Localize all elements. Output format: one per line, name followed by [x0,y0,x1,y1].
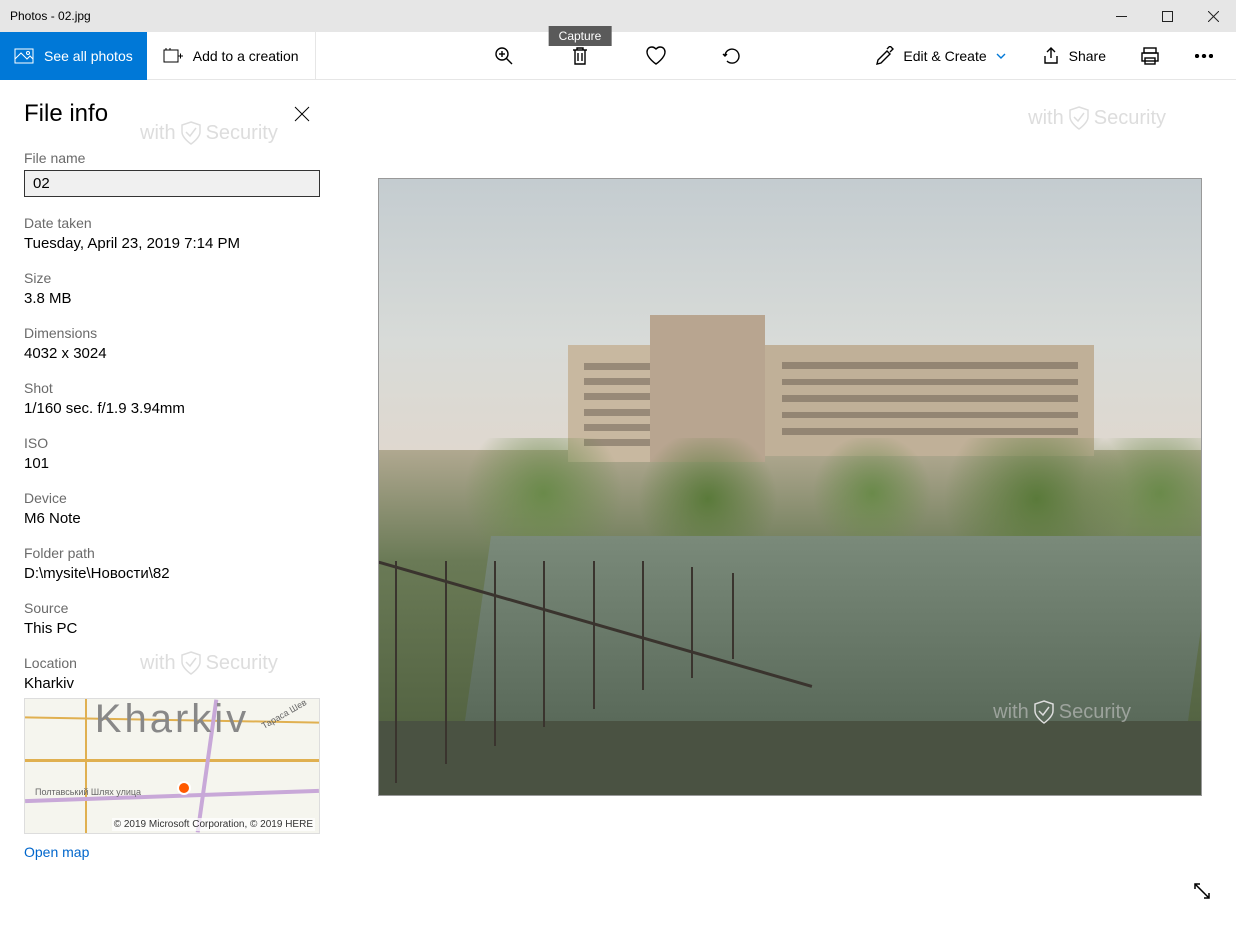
delete-button[interactable]: Capture [560,32,600,80]
trash-icon [571,46,589,66]
map-road-label: Тараса Шев [260,698,308,731]
folder-field: Folder path D:\mysite\Новости\82 [24,545,320,582]
source-value: This PC [24,620,320,637]
size-field: Size 3.8 MB [24,270,320,307]
map-pin-icon [177,781,191,795]
photo-image[interactable]: with Security [378,178,1202,796]
map-city-label: Kharkiv [95,698,249,742]
dimensions-value: 4032 x 3024 [24,345,320,362]
edit-create-label: Edit & Create [903,48,986,64]
iso-field: ISO 101 [24,435,320,472]
shot-label: Shot [24,380,320,396]
share-label: Share [1069,48,1106,64]
fullscreen-icon [1193,882,1211,900]
date-field: Date taken Tuesday, April 23, 2019 7:14 … [24,215,320,252]
rotate-icon [721,46,743,66]
shot-value: 1/160 sec. f/1.9 3.94mm [24,400,320,417]
source-field: Source This PC [24,600,320,637]
dimensions-label: Dimensions [24,325,320,341]
map-road-label: Полтавський Шлях улица [35,787,141,797]
close-window-button[interactable] [1190,0,1236,32]
rotate-button[interactable] [712,32,752,80]
location-map[interactable]: Kharkiv Полтавський Шлях улица Тараса Ше… [24,698,320,834]
open-map-link[interactable]: Open map [24,844,89,860]
watermark: with Security [1028,105,1166,131]
filename-label: File name [24,150,320,166]
folder-value: D:\mysite\Новости\82 [24,565,320,582]
see-all-photos-label: See all photos [44,48,133,64]
close-icon [294,106,310,122]
zoom-button[interactable] [484,32,524,80]
right-toolbar: Edit & Create Share [865,32,1236,80]
print-icon [1140,46,1160,66]
size-label: Size [24,270,320,286]
file-info-title: File info [24,100,108,128]
zoom-icon [494,46,514,66]
device-field: Device M6 Note [24,490,320,527]
see-all-photos-button[interactable]: See all photos [0,32,147,80]
close-panel-button[interactable] [284,96,320,132]
date-value: Tuesday, April 23, 2019 7:14 PM [24,235,320,252]
filename-field: File name [24,150,320,197]
favorite-button[interactable] [636,32,676,80]
print-button[interactable] [1130,32,1170,80]
map-credit: © 2019 Microsoft Corporation, © 2019 HER… [112,818,315,831]
size-value: 3.8 MB [24,290,320,307]
window-titlebar: Photos - 02.jpg [0,0,1236,32]
location-label: Location [24,655,320,671]
heart-icon [645,46,667,66]
location-field: Location Kharkiv [24,655,320,692]
device-value: M6 Note [24,510,320,527]
chevron-down-icon [995,52,1007,60]
file-info-header: File info [24,96,320,132]
source-label: Source [24,600,320,616]
add-to-creation-label: Add to a creation [193,48,299,64]
dimensions-field: Dimensions 4032 x 3024 [24,325,320,362]
folder-label: Folder path [24,545,320,561]
shot-field: Shot 1/160 sec. f/1.9 3.94mm [24,380,320,417]
minimize-button[interactable] [1098,0,1144,32]
fullscreen-button[interactable] [1184,873,1220,909]
window-title: Photos - 02.jpg [10,9,1098,23]
toolbar: See all photos Add to a creation Capture [0,32,1236,80]
share-button[interactable]: Share [1031,32,1116,80]
photo-viewport: with Security [344,80,1236,925]
more-icon [1195,54,1213,58]
center-toolbar: Capture [484,32,752,80]
main-body: with Security with Security File info Fi… [0,80,1236,925]
device-label: Device [24,490,320,506]
maximize-button[interactable] [1144,0,1190,32]
filename-input[interactable] [24,170,320,197]
file-info-panel: with Security with Security File info Fi… [0,80,344,925]
add-to-creation-button[interactable]: Add to a creation [147,32,316,80]
edit-icon [875,46,895,66]
photo-icon [14,48,34,64]
capture-tooltip: Capture [549,26,612,46]
more-button[interactable] [1184,32,1224,80]
date-label: Date taken [24,215,320,231]
edit-create-button[interactable]: Edit & Create [865,32,1016,80]
iso-label: ISO [24,435,320,451]
location-value: Kharkiv [24,675,320,692]
add-creation-icon [163,47,183,65]
share-icon [1041,47,1061,65]
iso-value: 101 [24,455,320,472]
